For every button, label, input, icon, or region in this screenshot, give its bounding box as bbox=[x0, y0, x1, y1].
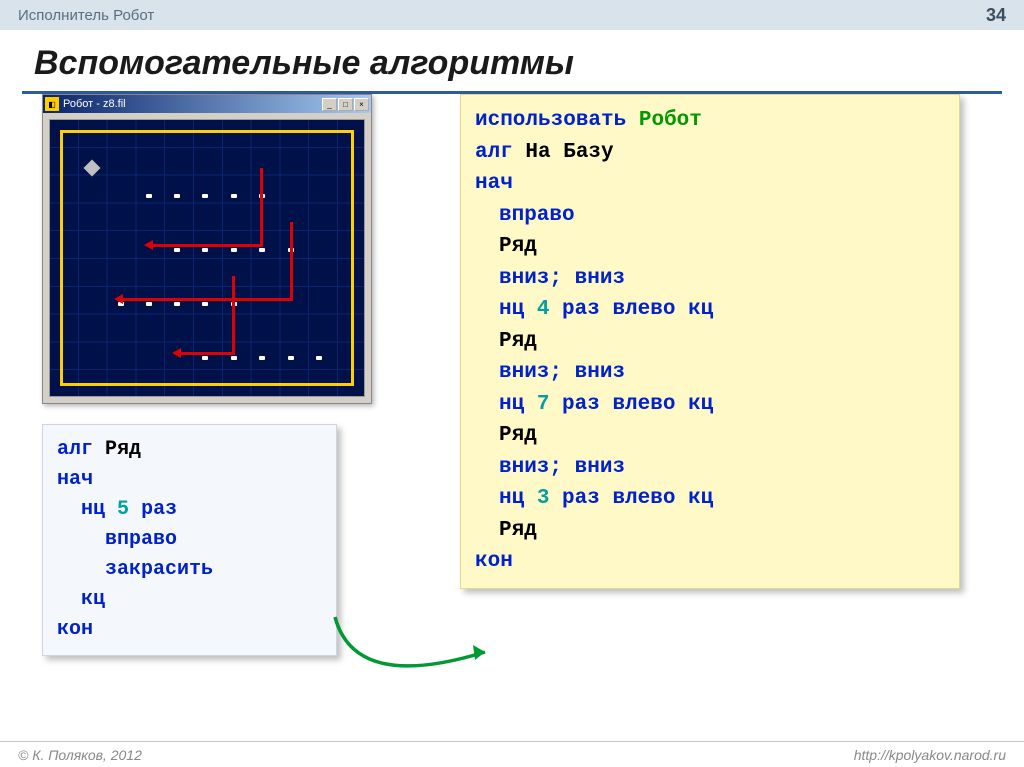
code-line: вниз; вниз bbox=[475, 263, 945, 295]
page-title: Вспомогательные алгоритмы bbox=[0, 30, 1024, 91]
code-line: вниз; вниз bbox=[475, 357, 945, 389]
content-area: ◧ Робот - z8.fil _ □ × // placeholder — … bbox=[0, 94, 1024, 734]
code-line: нц 3 раз влево кц bbox=[475, 483, 945, 515]
sub-algorithm-code: алг Ряд нач нц 5 раз вправо закрасить кц… bbox=[42, 424, 337, 656]
close-button[interactable]: × bbox=[354, 98, 369, 111]
code-line: вправо bbox=[475, 200, 945, 232]
code-line: Ряд bbox=[475, 231, 945, 263]
slide: Исполнитель Робот 34 Вспомогательные алг… bbox=[0, 0, 1024, 767]
code-line: кон bbox=[475, 546, 945, 578]
code-line: Ряд bbox=[475, 420, 945, 452]
minimize-button[interactable]: _ bbox=[322, 98, 337, 111]
code-line: вправо bbox=[57, 525, 322, 555]
code-line: Ряд bbox=[475, 515, 945, 547]
connector-arrow bbox=[325, 612, 495, 712]
code-line: Ряд bbox=[475, 326, 945, 358]
code-line: кц bbox=[57, 585, 322, 615]
footer: © К. Поляков, 2012 http://kpolyakov.naro… bbox=[0, 741, 1024, 767]
code-line: использовать Робот bbox=[475, 105, 945, 137]
code-line: нач bbox=[57, 465, 322, 495]
code-line: алг Ряд bbox=[57, 435, 322, 465]
code-line: нц 5 раз bbox=[57, 495, 322, 525]
maximize-button[interactable]: □ bbox=[338, 98, 353, 111]
code-line: закрасить bbox=[57, 555, 322, 585]
code-line: нц 4 раз влево кц bbox=[475, 294, 945, 326]
header-title: Исполнитель Робот bbox=[18, 7, 986, 24]
main-algorithm-code: использовать Робот алг На Базу нач вправ… bbox=[460, 94, 960, 589]
code-line: кон bbox=[57, 615, 322, 645]
footer-url: http://kpolyakov.narod.ru bbox=[854, 747, 1006, 763]
field-wall bbox=[60, 130, 354, 386]
header-bar: Исполнитель Робот 34 bbox=[0, 0, 1024, 30]
copyright: © К. Поляков, 2012 bbox=[18, 747, 854, 763]
window-title: Робот - z8.fil bbox=[63, 98, 321, 110]
code-line: нц 7 раз влево кц bbox=[475, 389, 945, 421]
robot-window: ◧ Робот - z8.fil _ □ × // placeholder — … bbox=[42, 94, 372, 404]
robot-field: // placeholder — grid drawn below with f… bbox=[49, 119, 365, 397]
app-icon: ◧ bbox=[45, 97, 59, 111]
code-line: нач bbox=[475, 168, 945, 200]
code-line: вниз; вниз bbox=[475, 452, 945, 484]
code-line: алг На Базу bbox=[475, 137, 945, 169]
page-number: 34 bbox=[986, 5, 1006, 26]
window-titlebar: ◧ Робот - z8.fil _ □ × bbox=[43, 95, 371, 113]
